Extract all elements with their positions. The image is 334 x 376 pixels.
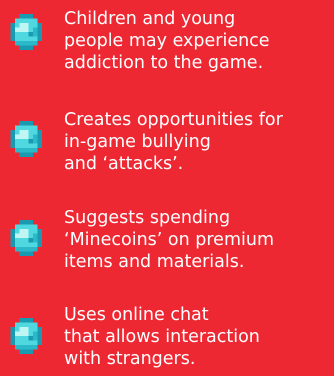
list-item-text: Creates opportunities for in-game bullyi…	[64, 110, 283, 174]
list-item-text: Uses online chat that allows interaction…	[64, 305, 260, 369]
diamond-gem-icon	[10, 121, 42, 157]
diamond-gem-icon	[10, 220, 42, 256]
list-item-text: Suggests spending ‘Minecoins’ on premium…	[64, 208, 274, 272]
diamond-gem-icon	[10, 14, 42, 50]
list-item-text: Children and young people may experience…	[64, 9, 270, 73]
diamond-gem-icon	[10, 318, 42, 354]
